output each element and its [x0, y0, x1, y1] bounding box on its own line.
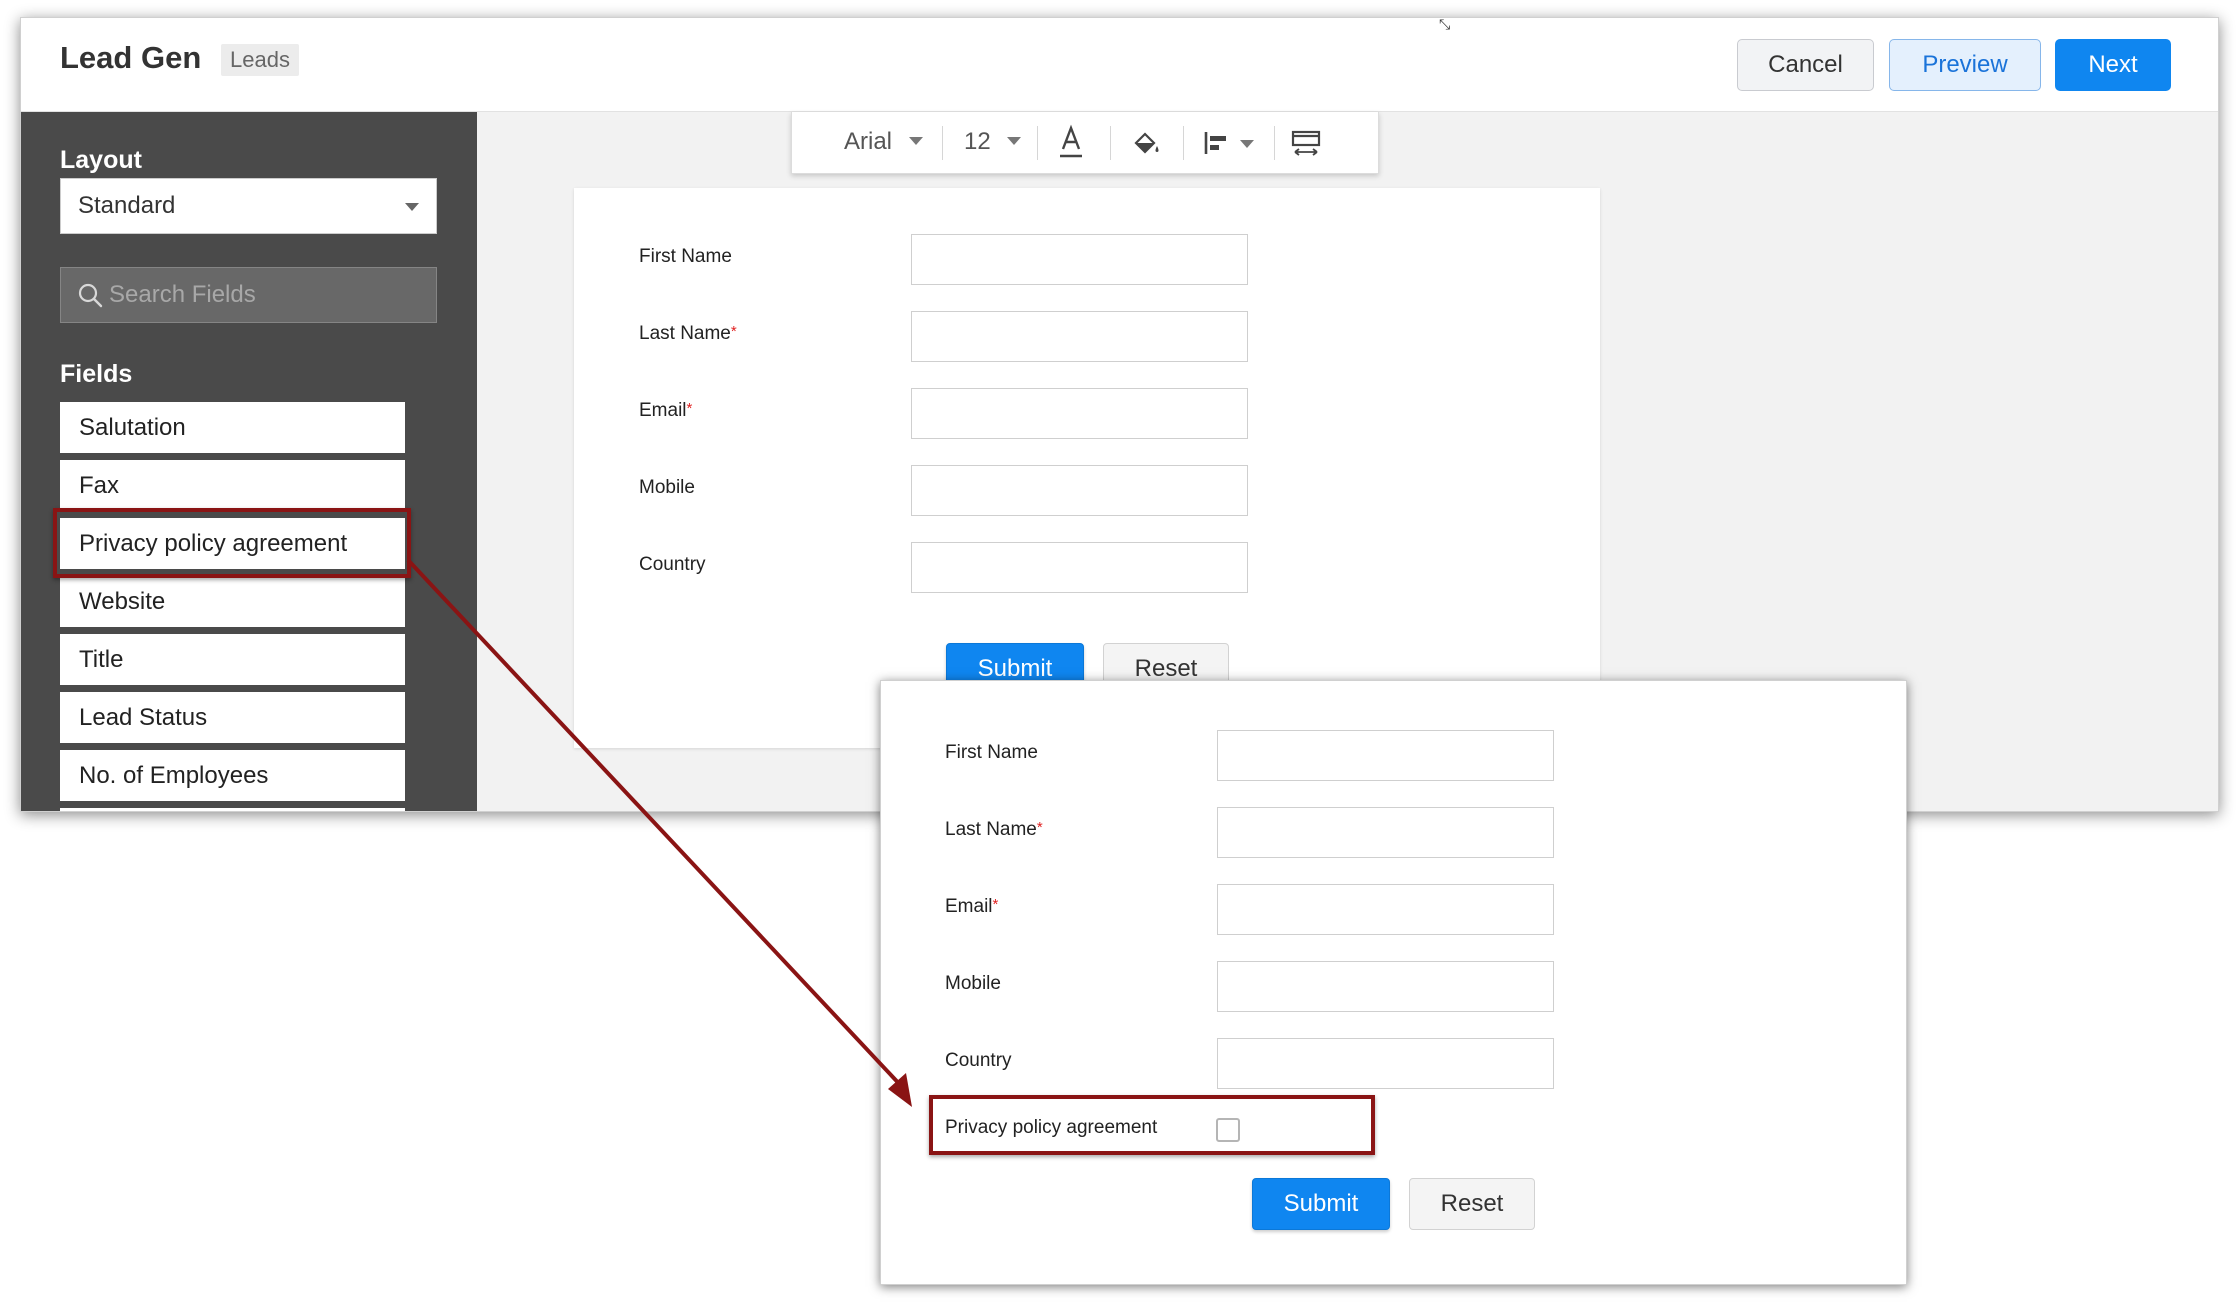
required-marker: * — [730, 323, 737, 340]
search-icon — [78, 283, 103, 308]
toolbar-divider — [942, 126, 943, 160]
last-name-input[interactable] — [911, 311, 1248, 362]
layout-select[interactable]: Standard — [60, 178, 437, 234]
country-input[interactable] — [911, 542, 1248, 593]
font-size-select[interactable]: 12 — [964, 112, 1022, 174]
mobile-input[interactable] — [911, 465, 1248, 516]
form-label-country: Country — [639, 554, 706, 575]
toolbar-divider — [1274, 126, 1275, 160]
app-header: Lead Gen Leads ⤡ Cancel Preview Next — [21, 18, 2218, 112]
preview-submit-button[interactable]: Submit — [1252, 1178, 1390, 1230]
field-item-no-of-employees[interactable]: No. of Employees — [60, 750, 405, 801]
search-fields-input[interactable]: Search Fields — [60, 267, 437, 323]
preview-label-email: Email* — [945, 896, 999, 917]
field-item-partial[interactable] — [60, 808, 405, 811]
text-color-button[interactable] — [1056, 112, 1092, 174]
cancel-button[interactable]: Cancel — [1737, 39, 1874, 91]
preview-label-first-name: First Name — [945, 742, 1038, 763]
fill-color-icon — [1134, 132, 1159, 154]
sidebar-highlight-box — [53, 508, 411, 578]
required-marker: * — [686, 400, 693, 417]
field-item-lead-status[interactable]: Lead Status — [60, 692, 405, 743]
preview-label-country: Country — [945, 1050, 1012, 1071]
layout-width-button[interactable] — [1290, 112, 1330, 174]
align-left-icon — [1204, 132, 1226, 154]
next-button[interactable]: Next — [2055, 39, 2171, 91]
preview-reset-button[interactable]: Reset — [1409, 1178, 1535, 1230]
toolbar-divider — [1037, 126, 1038, 160]
preview-last-name-input[interactable] — [1217, 807, 1554, 858]
preview-country-input[interactable] — [1217, 1038, 1554, 1089]
form-canvas: First Name Last Name* Email* Mobile Coun… — [574, 188, 1600, 748]
required-marker: * — [992, 896, 999, 913]
layout-select-value: Standard — [78, 192, 176, 219]
toolbar-divider — [1110, 126, 1111, 160]
fields-heading: Fields — [60, 360, 133, 388]
search-placeholder: Search Fields — [109, 281, 256, 308]
preview-label-last-name: Last Name* — [945, 819, 1043, 840]
form-label-mobile: Mobile — [639, 477, 695, 498]
field-item-salutation[interactable]: Salutation — [60, 402, 405, 453]
required-marker: * — [1036, 819, 1043, 836]
preview-label-mobile: Mobile — [945, 973, 1001, 994]
mouse-cursor-icon: ⤡ — [1439, 17, 1451, 32]
field-item-title[interactable]: Title — [60, 634, 405, 685]
chevron-down-icon — [405, 203, 419, 211]
first-name-input[interactable] — [911, 234, 1248, 285]
form-label-email: Email* — [639, 400, 693, 421]
fields-sidebar: Layout Standard Search Fields Fields Sal… — [21, 112, 477, 811]
chevron-down-icon — [1007, 137, 1022, 145]
preview-email-input[interactable] — [1217, 884, 1554, 935]
layout-width-icon — [1291, 130, 1321, 156]
align-select[interactable] — [1202, 112, 1262, 174]
preview-button[interactable]: Preview — [1889, 39, 2041, 91]
font-family-value: Arial — [844, 128, 893, 155]
font-family-select[interactable]: Arial — [844, 112, 923, 174]
layout-heading: Layout — [60, 146, 142, 174]
preview-mobile-input[interactable] — [1217, 961, 1554, 1012]
field-item-website[interactable]: Website — [60, 576, 405, 627]
toolbar-divider — [1183, 126, 1184, 160]
module-badge: Leads — [221, 44, 299, 76]
field-item-fax[interactable]: Fax — [60, 460, 405, 511]
preview-form-panel: First Name Last Name* Email* Mobile Coun… — [880, 680, 1907, 1285]
form-label-last-name: Last Name* — [639, 323, 737, 344]
preview-first-name-input[interactable] — [1217, 730, 1554, 781]
email-input[interactable] — [911, 388, 1248, 439]
fill-color-button[interactable] — [1130, 112, 1170, 174]
chevron-down-icon — [908, 137, 923, 145]
app-title: Lead Gen — [60, 40, 202, 75]
preview-highlight-box — [929, 1095, 1375, 1155]
font-size-value: 12 — [964, 128, 991, 155]
text-color-icon — [1060, 124, 1082, 158]
form-label-first-name: First Name — [639, 246, 732, 267]
format-toolbar: Arial 12 — [791, 112, 1379, 174]
chevron-down-icon — [1240, 140, 1254, 148]
